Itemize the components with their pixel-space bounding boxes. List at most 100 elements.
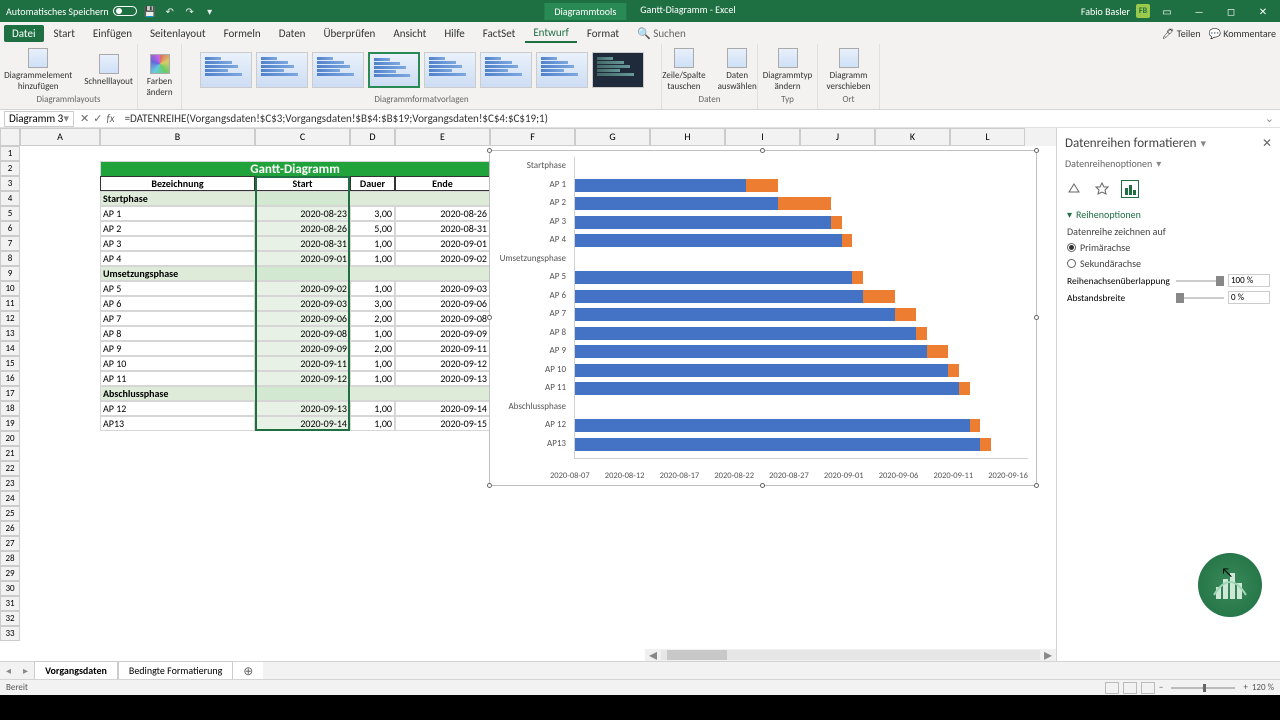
row-header[interactable]: 31 — [0, 596, 20, 611]
row-header[interactable]: 4 — [0, 191, 20, 206]
name-box[interactable]: Diagramm 3 ▾ — [4, 111, 74, 127]
change-colors-button[interactable]: Farben ändern — [142, 52, 177, 100]
row-header[interactable]: 18 — [0, 401, 20, 416]
chart-y-axis[interactable]: StartphaseAP 1AP 2AP 3AP 4Umsetzungsphas… — [490, 157, 570, 453]
menu-item-datei[interactable]: Datei — [4, 25, 44, 42]
menu-item-format[interactable]: Format — [579, 25, 627, 42]
overlap-input[interactable] — [1228, 274, 1270, 287]
row-header[interactable]: 6 — [0, 221, 20, 236]
redo-icon[interactable]: ↷ — [183, 4, 197, 18]
cell[interactable]: Ende — [395, 176, 490, 191]
cell[interactable]: 2020-09-13 — [255, 401, 350, 416]
sheet-tab[interactable]: Vorgangsdaten — [34, 661, 118, 681]
zoom-out-icon[interactable]: − — [1159, 682, 1163, 693]
row-header[interactable]: 5 — [0, 206, 20, 221]
fill-line-icon[interactable] — [1065, 180, 1083, 198]
column-header[interactable]: B — [100, 128, 255, 146]
cell[interactable]: 1,00 — [350, 281, 395, 296]
primary-axis-radio[interactable]: Primärachse — [1067, 241, 1270, 254]
cell[interactable]: 1,00 — [350, 416, 395, 431]
formula-input[interactable]: =DATENREIHE(Vorgangsdaten!$C$3;Vorgangsd… — [121, 112, 1259, 125]
ribbon-display-icon[interactable]: ▭ — [1152, 0, 1182, 22]
cell[interactable]: 2020-09-03 — [395, 281, 490, 296]
cell[interactable]: 5,00 — [350, 221, 395, 236]
sheet-tab[interactable]: Bedingte Formatierung — [118, 661, 233, 681]
save-icon[interactable]: 💾 — [143, 4, 157, 18]
cell[interactable]: Bezeichnung — [100, 176, 255, 191]
cell[interactable]: AP 4 — [100, 251, 255, 266]
fx-icon[interactable]: fx — [106, 112, 114, 125]
chart-style-thumb[interactable] — [592, 52, 644, 88]
qat-more-icon[interactable]: ▾ — [203, 4, 217, 18]
column-header[interactable]: K — [875, 128, 950, 146]
section-header[interactable]: ▾ Reihenoptionen — [1067, 208, 1270, 221]
add-chart-element-button[interactable]: Diagrammelement hinzufügen — [0, 46, 76, 94]
cell[interactable]: AP 12 — [100, 401, 255, 416]
gap-slider[interactable] — [1176, 297, 1224, 299]
column-header[interactable]: J — [800, 128, 875, 146]
row-header[interactable]: 33 — [0, 626, 20, 641]
pane-close-icon[interactable]: ✕ — [1262, 136, 1272, 151]
chart-style-thumb[interactable] — [480, 52, 532, 88]
search-box[interactable]: 🔍 Suchen — [637, 27, 686, 40]
menu-item-hilfe[interactable]: Hilfe — [436, 25, 472, 42]
comments-button[interactable]: 💬 Kommentare — [1209, 27, 1276, 40]
cell[interactable]: AP 5 — [100, 281, 255, 296]
spreadsheet-grid[interactable]: ABCDEFGHIJKL 123456789101112131415161718… — [0, 128, 1056, 661]
user-name[interactable]: Fabio Basler — [1081, 5, 1130, 18]
gap-input[interactable] — [1228, 291, 1270, 304]
cell[interactable]: 2020-09-09 — [395, 326, 490, 341]
cell[interactable] — [255, 386, 350, 401]
row-header[interactable]: 32 — [0, 611, 20, 626]
tab-scroll-right-icon[interactable]: ▸ — [17, 664, 34, 677]
secondary-axis-radio[interactable]: Sekundärachse — [1067, 257, 1270, 270]
cell[interactable]: Gantt-Diagramm — [100, 161, 490, 177]
page-break-view-icon[interactable] — [1141, 682, 1155, 694]
chart-style-thumb[interactable] — [536, 52, 588, 88]
cell[interactable]: 2020-09-08 — [255, 326, 350, 341]
cell[interactable]: AP 11 — [100, 371, 255, 386]
zoom-in-icon[interactable]: + — [1243, 682, 1247, 693]
select-data-button[interactable]: Daten auswählen — [714, 46, 761, 94]
cell[interactable]: Start — [255, 176, 350, 191]
share-button[interactable]: 🖊 Teilen — [1162, 27, 1201, 40]
cell[interactable] — [255, 266, 350, 281]
chart-style-thumb[interactable] — [368, 52, 420, 88]
minimize-icon[interactable]: — — [1184, 0, 1214, 22]
autosave-toggle[interactable]: Automatisches Speichern — [6, 5, 137, 18]
row-header[interactable]: 14 — [0, 341, 20, 356]
row-header[interactable]: 12 — [0, 311, 20, 326]
column-header[interactable]: A — [20, 128, 100, 146]
cell[interactable]: 3,00 — [350, 206, 395, 221]
maximize-icon[interactable]: ◻ — [1216, 0, 1246, 22]
cancel-formula-icon[interactable]: ✕ — [80, 112, 89, 125]
cell[interactable]: 2020-09-11 — [255, 356, 350, 371]
menu-item-ansicht[interactable]: Ansicht — [385, 25, 434, 42]
quick-layout-button[interactable]: Schnelllayout — [80, 52, 137, 89]
row-header[interactable]: 28 — [0, 551, 20, 566]
row-header[interactable]: 20 — [0, 431, 20, 446]
cell[interactable]: 1,00 — [350, 356, 395, 371]
close-icon[interactable]: ✕ — [1248, 0, 1278, 22]
cell[interactable]: 2020-08-23 — [255, 206, 350, 221]
menu-item-entwurf[interactable]: Entwurf — [525, 24, 577, 43]
add-sheet-button[interactable]: ⊕ — [233, 662, 263, 681]
chart-object[interactable]: StartphaseAP 1AP 2AP 3AP 4Umsetzungsphas… — [489, 150, 1037, 486]
cell[interactable]: 2020-09-15 — [395, 416, 490, 431]
cell[interactable]: 2020-09-09 — [255, 341, 350, 356]
row-header[interactable]: 19 — [0, 416, 20, 431]
row-header[interactable]: 29 — [0, 566, 20, 581]
cell[interactable]: 2,00 — [350, 341, 395, 356]
row-header[interactable]: 8 — [0, 251, 20, 266]
pane-dropdown-icon[interactable]: ▾ — [1200, 137, 1206, 150]
cell[interactable]: 2,00 — [350, 311, 395, 326]
column-header[interactable]: L — [950, 128, 1025, 146]
cell[interactable]: 2020-09-02 — [255, 281, 350, 296]
select-all-corner[interactable] — [0, 128, 20, 146]
cell[interactable]: AP 9 — [100, 341, 255, 356]
cell[interactable]: 3,00 — [350, 296, 395, 311]
column-header[interactable]: E — [395, 128, 490, 146]
menu-item-daten[interactable]: Daten — [271, 25, 314, 42]
cell[interactable]: 2020-08-26 — [255, 221, 350, 236]
normal-view-icon[interactable] — [1105, 682, 1119, 694]
